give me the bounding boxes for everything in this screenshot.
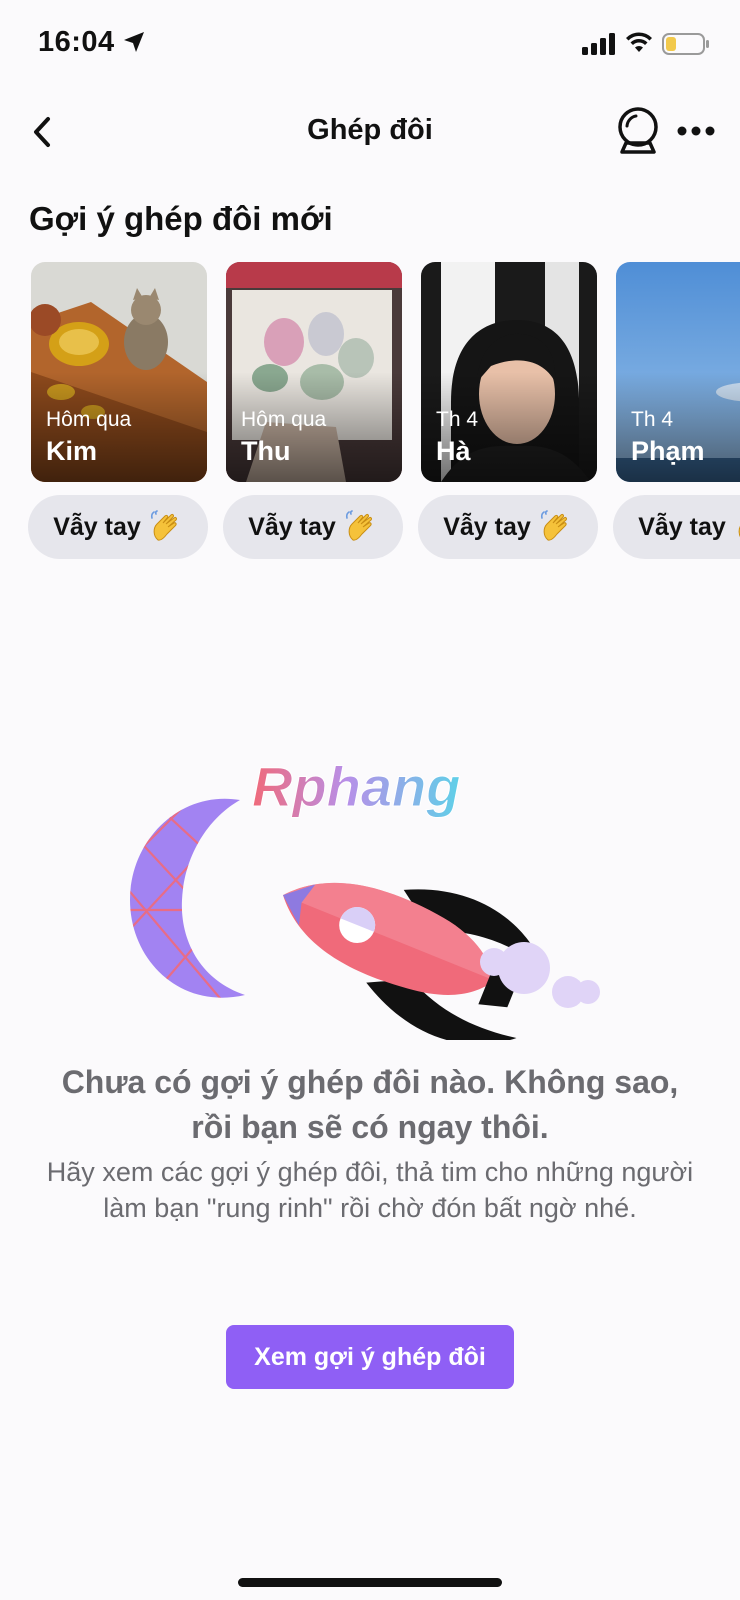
wave-button[interactable]: Vẫy tay bbox=[223, 495, 403, 559]
card-name: Phạm bbox=[631, 436, 705, 466]
status-bar: 16:04 bbox=[0, 0, 740, 90]
card-date: Hôm qua bbox=[241, 408, 327, 431]
home-indicator bbox=[238, 1578, 502, 1587]
card-name: Hà bbox=[436, 436, 471, 466]
card-name: Thu bbox=[241, 436, 291, 466]
suggestion-carousel[interactable]: Hôm qua Kim Hôm qua Thu Th 4 Hà Th 4 Phạ… bbox=[0, 262, 740, 562]
empty-state-description: Hãy xem các gợi ý ghép đôi, thả tim cho … bbox=[46, 1157, 694, 1223]
waving-hand-icon bbox=[540, 510, 567, 541]
wave-button-label: Vẫy tay bbox=[248, 512, 336, 541]
wave-button-label: Vẫy tay bbox=[53, 512, 141, 541]
suggestion-card[interactable]: Hôm qua Kim bbox=[31, 262, 207, 482]
empty-state-title: Chưa có gợi ý ghép đôi nào. Không sao, r… bbox=[61, 1064, 679, 1145]
crystal-ball-icon[interactable] bbox=[614, 106, 662, 158]
wave-button[interactable]: Vẫy tay bbox=[28, 495, 208, 559]
status-time: 16:04 bbox=[38, 26, 115, 58]
waving-hand-icon bbox=[150, 510, 177, 541]
card-date: Th 4 bbox=[436, 408, 479, 431]
waving-hand-icon bbox=[738, 525, 740, 538]
suggestion-card[interactable]: Th 4 Phạm bbox=[616, 262, 740, 482]
wave-button[interactable]: Vẫy tay bbox=[613, 495, 740, 559]
watermark-text: Rphang bbox=[252, 760, 460, 818]
more-icon[interactable] bbox=[676, 116, 716, 146]
suggestion-card[interactable]: Th 4 Hà bbox=[421, 262, 597, 482]
card-date: Hôm qua bbox=[46, 408, 132, 431]
signal-icon bbox=[582, 33, 615, 55]
battery-low-icon bbox=[662, 33, 709, 55]
location-arrow-icon bbox=[124, 32, 144, 52]
waving-hand-icon bbox=[345, 510, 372, 541]
header: Ghép đôi bbox=[0, 100, 740, 166]
wave-button-label: Vẫy tay bbox=[638, 512, 726, 541]
wave-button-label: Vẫy tay bbox=[443, 512, 531, 541]
card-name: Kim bbox=[46, 436, 98, 466]
section-title: Gợi ý ghép đôi mới bbox=[29, 200, 333, 237]
view-suggestions-button[interactable]: Xem gợi ý ghép đôi bbox=[226, 1325, 514, 1389]
card-date: Th 4 bbox=[631, 408, 674, 431]
wave-button[interactable]: Vẫy tay bbox=[418, 495, 598, 559]
empty-state-illustration: Rphang bbox=[130, 760, 600, 1040]
wifi-icon bbox=[626, 32, 652, 52]
suggestion-card[interactable]: Hôm qua Thu bbox=[226, 262, 402, 482]
